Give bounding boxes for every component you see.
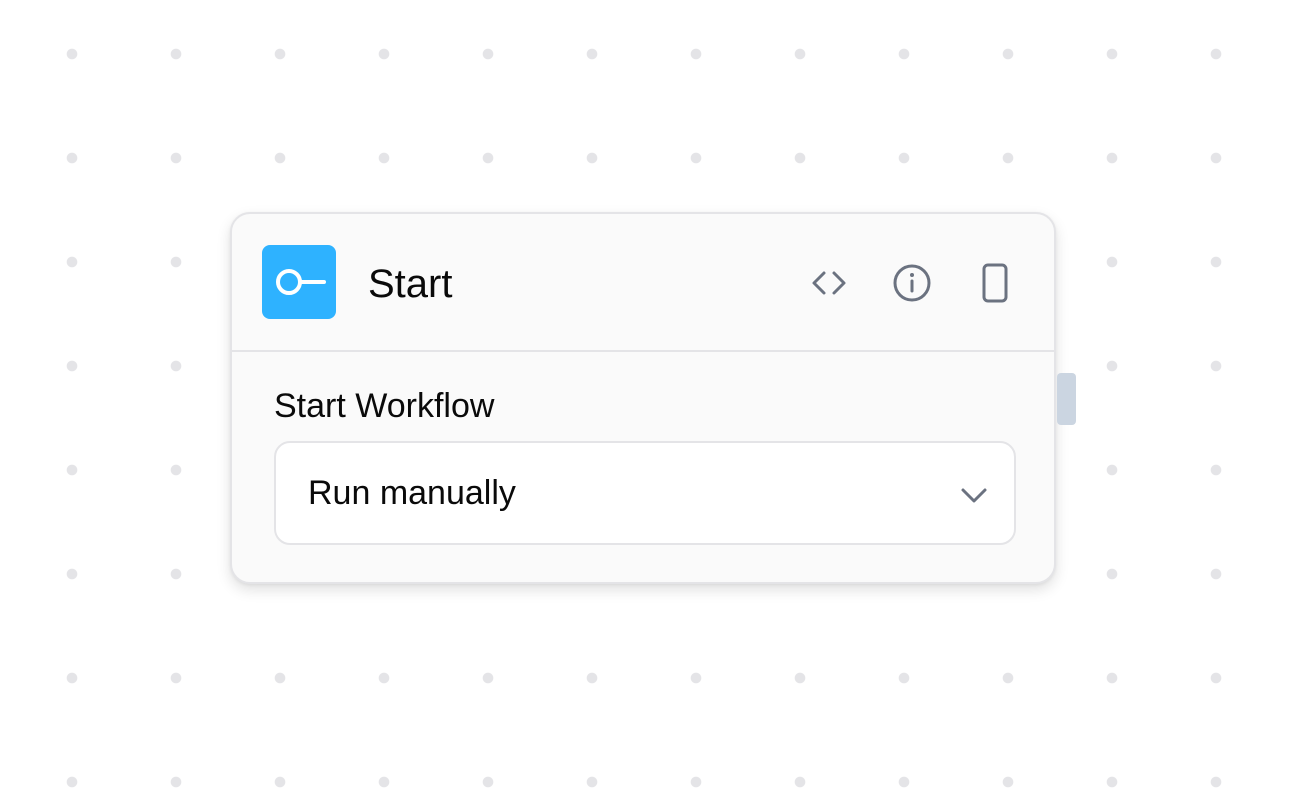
code-button[interactable] <box>808 262 850 304</box>
start-workflow-label: Start Workflow <box>274 387 495 425</box>
info-button[interactable] <box>891 262 933 304</box>
info-icon <box>893 264 931 302</box>
start-node-icon <box>262 245 336 319</box>
node-title: Start <box>368 262 453 306</box>
mobile-preview-icon <box>982 263 1008 303</box>
output-handle[interactable] <box>1057 373 1076 425</box>
start-node-card[interactable]: Start Start Workflow Run manually <box>230 212 1056 584</box>
start-workflow-select[interactable]: Run manually <box>274 441 1016 545</box>
select-value: Run manually <box>308 474 516 512</box>
mobile-preview-button[interactable] <box>974 262 1016 304</box>
code-icon <box>812 271 846 295</box>
chevron-down-icon <box>961 488 987 503</box>
node-header: Start <box>232 214 1054 352</box>
